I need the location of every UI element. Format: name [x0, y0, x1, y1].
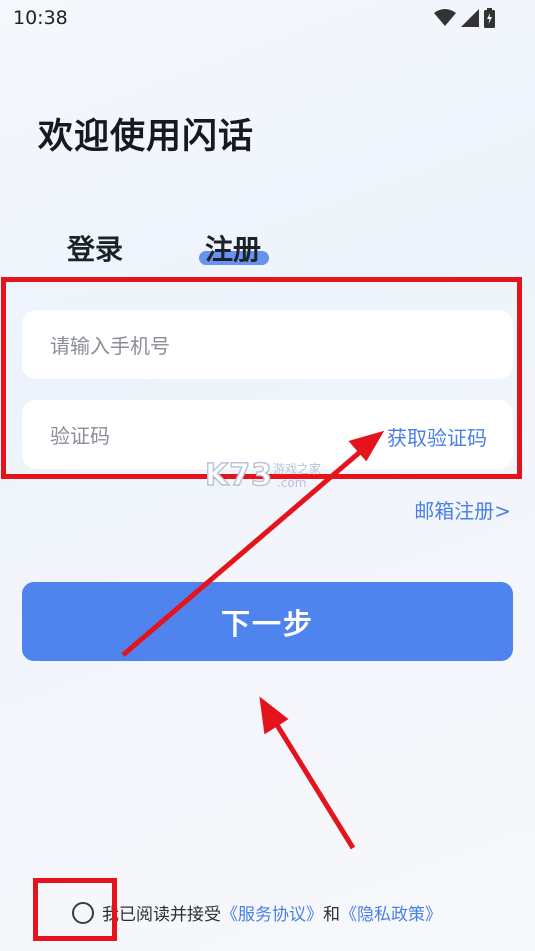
arrow-to-next-button — [259, 696, 356, 850]
watermark-brand: K73 — [204, 457, 273, 494]
tab-login[interactable]: 登录 — [67, 228, 123, 268]
wifi-icon — [434, 9, 456, 26]
checkbox-highlight-box — [33, 878, 117, 941]
status-bar: 10:38 — [0, 0, 535, 36]
service-agreement-link[interactable]: 《服务协议》 — [221, 900, 323, 925]
email-register-link[interactable]: 邮箱注册> — [414, 495, 511, 524]
page-title: 欢迎使用闪话 — [38, 117, 255, 157]
signal-icon — [461, 9, 479, 27]
agreement-row: 我已阅读并接受 《服务协议》 和 《隐私政策》 — [72, 900, 442, 925]
privacy-policy-link[interactable]: 《隐私政策》 — [340, 900, 442, 925]
watermark-domain: .com — [277, 476, 307, 490]
form-highlight-box — [1, 277, 522, 479]
agreement-and: 和 — [323, 905, 340, 925]
tab-register[interactable]: 注册 — [205, 228, 261, 268]
agreement-prefix: 我已阅读并接受 — [102, 905, 221, 925]
tab-register-label: 注册 — [205, 233, 262, 266]
status-icons — [434, 8, 495, 28]
watermark-sub: 游戏之家 — [273, 462, 322, 476]
status-time: 10:38 — [13, 7, 68, 29]
battery-icon — [484, 8, 495, 28]
watermark-logo: K73 游戏之家 .com — [204, 457, 321, 494]
next-button[interactable]: 下一步 — [22, 582, 513, 661]
